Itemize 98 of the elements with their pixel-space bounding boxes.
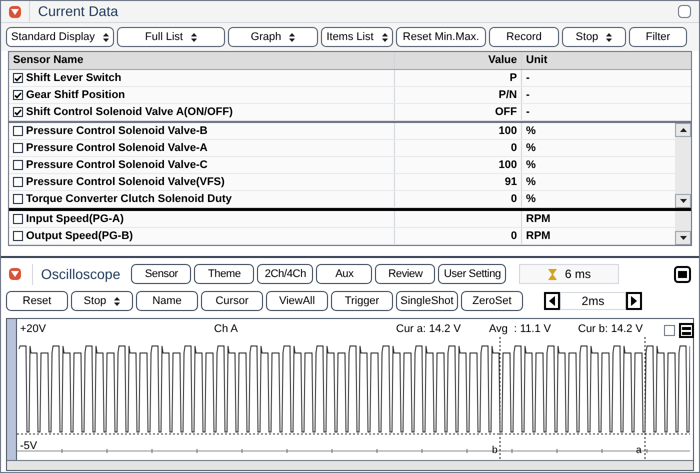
column-header[interactable]: Unit [521, 52, 691, 69]
axis-label: -5V [20, 439, 38, 454]
sensor-name: Output Speed(PG-B) [26, 228, 133, 244]
scroll-up-icon[interactable] [675, 123, 691, 137]
collapse-icon[interactable] [9, 6, 21, 18]
checkbox[interactable] [13, 214, 23, 224]
checkbox[interactable] [13, 90, 23, 100]
panel-title: Current Data [29, 1, 118, 22]
scroll-down-icon[interactable] [675, 194, 691, 208]
previous-icon[interactable] [544, 292, 560, 310]
toolbar-button[interactable]: Full List [117, 27, 225, 47]
scroll-down-icon[interactable] [675, 231, 691, 245]
scope-button[interactable]: Name [136, 291, 198, 311]
checkbox[interactable] [13, 126, 23, 136]
toolbar-button[interactable]: Filter [629, 27, 687, 47]
toolbar-button[interactable]: Graph [228, 27, 318, 47]
scope-button[interactable]: Aux [316, 264, 372, 284]
toolbar-button[interactable]: Stop [562, 27, 626, 47]
channel-label: Ch A [214, 322, 238, 337]
sensor-name: Pressure Control Solenoid Valve-A [26, 140, 208, 156]
sensor-value: 0 [510, 228, 517, 244]
sensor-name: Shift Lever Switch [26, 70, 122, 86]
sensor-name: Pressure Control Solenoid Valve-B [26, 124, 208, 139]
sensor-unit: RPM [526, 228, 550, 244]
axis-label: +20V [20, 322, 46, 337]
window-toggle-icon[interactable] [678, 5, 691, 18]
hourglass-icon [548, 268, 557, 280]
checkbox[interactable] [13, 231, 23, 241]
sensor-value: 0 [510, 140, 517, 156]
scope-button[interactable]: Sensor [131, 264, 192, 284]
cursor-label: a [636, 444, 642, 458]
sensor-value: OFF [495, 104, 517, 120]
horizontal-scrollbar[interactable] [7, 460, 693, 470]
scope-button[interactable]: Theme [194, 264, 254, 284]
checkbox[interactable] [13, 177, 23, 187]
column-header[interactable]: Value [394, 52, 521, 69]
sensor-unit: RPM [526, 212, 550, 227]
sensor-value: 100 [498, 124, 517, 139]
toolbar-button[interactable]: Record [489, 27, 559, 47]
cursor-reading: Cur a: 14.2 V [396, 322, 461, 337]
checkbox[interactable] [13, 143, 23, 153]
dropdown-icon [382, 32, 388, 42]
sample-time: 6 ms [564, 266, 591, 283]
dropdown-icon [289, 32, 296, 42]
checkbox[interactable] [664, 325, 675, 336]
next-icon[interactable] [626, 292, 642, 310]
scope-button[interactable]: Cursor [201, 291, 263, 311]
toolbar-button[interactable]: Items List [321, 27, 393, 47]
scope-button[interactable]: User Setting [438, 264, 506, 284]
scope-button[interactable]: Review [375, 264, 436, 284]
scope-button[interactable]: Trigger [331, 291, 393, 311]
sensor-unit: % [526, 124, 536, 139]
checkbox[interactable] [13, 107, 23, 117]
sensor-unit: % [526, 192, 536, 207]
sensor-name: Torque Converter Clutch Solenoid Duty [26, 192, 232, 207]
sensor-value: 0 [510, 192, 517, 207]
window-toggle-icon[interactable] [674, 266, 691, 282]
checkbox[interactable] [13, 73, 23, 83]
time-division-field[interactable]: 2ms [560, 292, 626, 310]
sensor-name: Shift Control Solenoid Valve A(ON/OFF) [26, 104, 233, 120]
sensor-value: 100 [498, 158, 517, 173]
collapse-icon[interactable] [9, 268, 21, 280]
sensor-value: 91 [504, 174, 517, 190]
sensor-name: Pressure Control Solenoid Valve(VFS) [26, 174, 225, 190]
cursor-label: b [492, 444, 498, 458]
dropdown-icon [102, 32, 109, 42]
sensor-name: Input Speed(PG-A) [26, 212, 124, 227]
sensor-name: Pressure Control Solenoid Valve-C [26, 158, 208, 173]
sensor-unit: - [526, 88, 530, 103]
column-header[interactable]: Sensor Name [9, 52, 394, 69]
sensor-unit: % [526, 158, 536, 173]
cursor-reading: Cur b: 14.2 V [578, 322, 643, 337]
sensor-name: Gear Shitf Position [26, 88, 126, 103]
toolbar-button[interactable]: Reset Min.Max. [396, 27, 486, 47]
sensor-unit: % [526, 174, 536, 190]
dropdown-icon [190, 32, 197, 42]
scope-button[interactable]: SingleShot [396, 291, 458, 311]
sensor-value: P [510, 70, 517, 86]
scope-button[interactable]: Reset [6, 291, 68, 311]
scope-button[interactable]: ViewAll [266, 291, 328, 311]
sensor-value: P/N [498, 88, 517, 103]
scope-button[interactable]: ZeroSet [461, 291, 523, 311]
scope-button[interactable]: Stop [71, 291, 133, 311]
cursor-line[interactable] [644, 336, 646, 459]
sensor-unit: - [526, 104, 530, 120]
sensor-unit: % [526, 140, 536, 156]
side-tab[interactable] [7, 319, 17, 460]
layout-icon[interactable] [679, 323, 694, 338]
checkbox[interactable] [13, 194, 23, 204]
average-reading: Avg : 11.1 V [489, 322, 551, 337]
scope-button[interactable]: 2Ch/4Ch [257, 264, 314, 284]
sensor-unit: - [526, 70, 530, 86]
scrollbar[interactable] [675, 123, 691, 208]
dropdown-icon [114, 296, 120, 306]
panel-title: Oscilloscope [32, 264, 120, 284]
dropdown-icon [606, 32, 612, 42]
toolbar-button[interactable]: Standard Display [6, 27, 114, 47]
checkbox[interactable] [13, 160, 23, 170]
